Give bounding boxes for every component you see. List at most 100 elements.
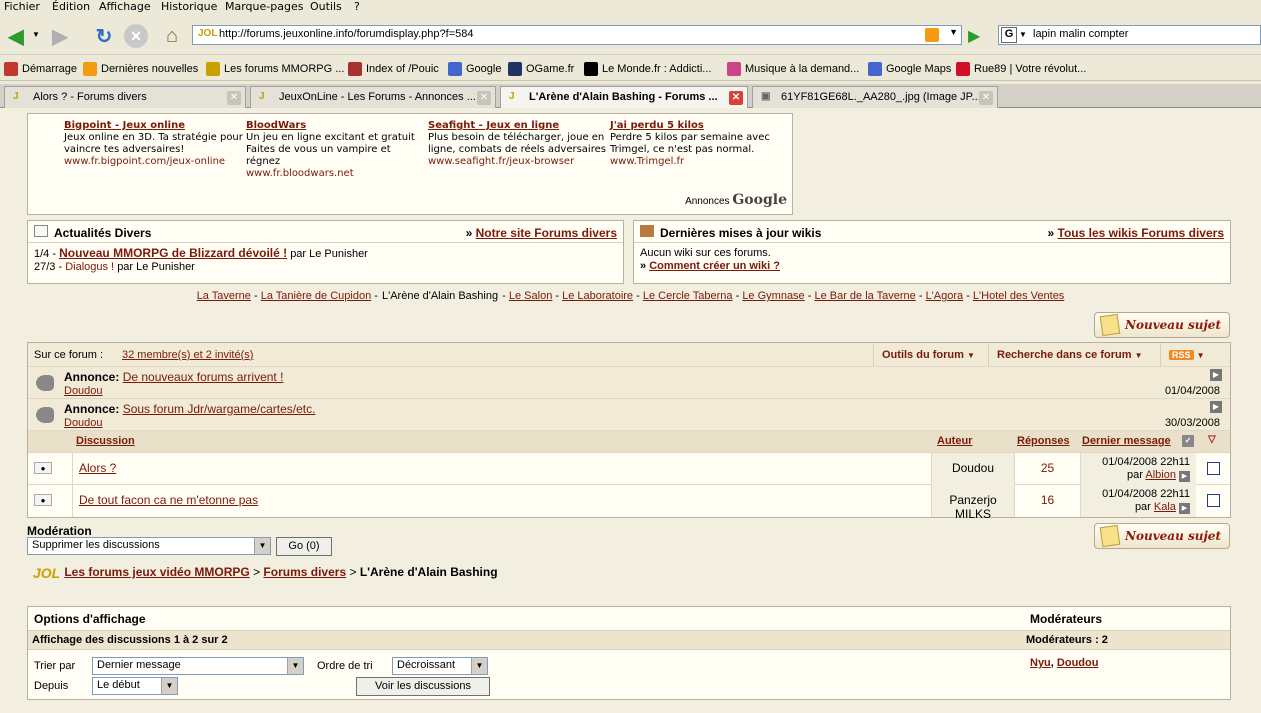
forum-link[interactable]: La Taverne xyxy=(197,290,251,302)
last-poster-link[interactable]: Albion xyxy=(1145,469,1176,481)
menu-fichier[interactable]: Fichier xyxy=(4,0,40,13)
goto-last-icon[interactable]: ▶ xyxy=(1179,471,1190,482)
moderation-go-button[interactable]: Go (0) xyxy=(276,537,332,556)
forum-link[interactable]: Le Laboratoire xyxy=(562,290,633,302)
url-dropdown-icon[interactable]: ▼ xyxy=(949,27,958,37)
news-item-link[interactable]: Dialogus ! xyxy=(65,261,114,273)
bookmark-musique[interactable]: Musique à la demand... xyxy=(727,62,859,76)
bookmark-google[interactable]: Google xyxy=(448,62,501,76)
triangle-down-icon[interactable]: ▽ xyxy=(1208,434,1216,445)
breadcrumb-parent[interactable]: Forums divers xyxy=(263,565,346,579)
news-item-link[interactable]: Nouveau MMORPG de Blizzard dévoilé ! xyxy=(59,246,287,260)
menu-edition[interactable]: Édition xyxy=(52,0,90,13)
forward-arrow-icon[interactable]: ▶ xyxy=(46,22,74,50)
bookmark-demarrage[interactable]: Démarrage xyxy=(4,62,77,76)
since-select[interactable]: Le début ▼ xyxy=(92,677,178,695)
home-icon[interactable]: ⌂ xyxy=(158,22,186,50)
ad-trimgel[interactable]: J'ai perdu 5 kilos Perdre 5 kilos par sem… xyxy=(610,120,790,168)
thread-replies[interactable]: 25 xyxy=(1014,453,1080,485)
go-icon[interactable]: ▶ xyxy=(968,26,988,45)
google-search-icon[interactable]: G xyxy=(1001,27,1017,43)
bookmark-google-maps[interactable]: Google Maps xyxy=(868,62,951,76)
menu-marque-pages[interactable]: Marque-pages xyxy=(225,0,303,13)
breadcrumb-current: L'Arène d'Alain Bashing xyxy=(359,565,498,580)
goto-arrow-icon[interactable]: ▶ xyxy=(1210,401,1222,413)
forum-search-menu[interactable]: Recherche dans ce forum ▼ xyxy=(988,343,1160,367)
thread-title-link[interactable]: De tout facon ca ne m'etonne pas xyxy=(79,493,258,507)
breadcrumb-root[interactable]: Les forums jeux vidéo MMORPG xyxy=(64,565,249,579)
address-bar[interactable]: JOL http://forums.jeuxonline.info/forumd… xyxy=(192,25,962,45)
thread-title-link[interactable]: Alors ? xyxy=(79,461,116,475)
reload-icon[interactable]: ↻ xyxy=(90,22,118,50)
rss-menu[interactable]: RSS ▼ xyxy=(1160,343,1230,367)
menu-outils[interactable]: Outils xyxy=(310,0,342,13)
close-tab-icon[interactable]: ✕ xyxy=(227,91,241,105)
all-wikis-link[interactable]: Tous les wikis Forums divers xyxy=(1058,226,1225,240)
forum-link[interactable]: L'Hotel des Ventes xyxy=(973,290,1064,302)
menu-historique[interactable]: Historique xyxy=(161,0,217,13)
ads-by-google[interactable]: Annonces Google xyxy=(685,192,787,208)
online-users-link[interactable]: 32 membre(s) et 2 invité(s) xyxy=(122,349,253,361)
table-row: ● De tout facon ca ne m'etonne pas Panze… xyxy=(28,485,1230,521)
close-tab-icon[interactable]: ✕ xyxy=(979,91,993,105)
bookmark-rue89[interactable]: Rue89 | Votre révolut... xyxy=(956,62,1086,76)
goto-arrow-icon[interactable]: ▶ xyxy=(1210,369,1222,381)
ad-bigpoint[interactable]: Bigpoint - Jeux online Jeux online en 3D.… xyxy=(64,120,244,168)
forum-link[interactable]: Le Bar de la Taverne xyxy=(814,290,915,302)
announcement-link[interactable]: Sous forum Jdr/wargame/cartes/etc. xyxy=(123,402,316,416)
thread-select-checkbox[interactable] xyxy=(1207,462,1220,475)
forum-link[interactable]: Le Gymnase xyxy=(742,290,804,302)
thread-replies[interactable]: 16 xyxy=(1014,485,1080,517)
menu-help[interactable]: ? xyxy=(354,0,360,13)
bookmark-forums-mmorpg[interactable]: Les forums MMORPG ... xyxy=(206,62,344,76)
tab-jeuxonline-annonces[interactable]: J JeuxOnLine - Les Forums - Annonces ... ✕ xyxy=(250,86,496,108)
forum-link[interactable]: L'Agora xyxy=(926,290,964,302)
tab-alors[interactable]: J Alors ? - Forums divers ✕ xyxy=(4,86,246,108)
sort-check-icon[interactable]: ✓ xyxy=(1182,435,1194,447)
moderator-link[interactable]: Nyu xyxy=(1030,657,1051,669)
sort-select[interactable]: Dernier message ▼ xyxy=(92,657,304,675)
back-dropdown-icon[interactable]: ▼ xyxy=(32,30,40,39)
forum-link[interactable]: Le Cercle Taberna xyxy=(643,290,733,302)
new-topic-button-bottom[interactable]: Nouveau sujet xyxy=(1094,523,1230,549)
col-replies[interactable]: Réponses xyxy=(1017,435,1070,447)
col-author[interactable]: Auteur xyxy=(937,435,972,447)
search-input[interactable]: G ▼ lapin malin compter xyxy=(998,25,1261,45)
thread-last-message: 01/04/2008 22h11 par Kala ▶ xyxy=(1080,485,1196,517)
tab-image[interactable]: ▣ 61YF81GE68L._AA280_.jpg (Image JP... ✕ xyxy=(752,86,998,108)
col-discussion[interactable]: Discussion xyxy=(76,435,135,447)
order-select[interactable]: Décroissant ▼ xyxy=(392,657,488,675)
forum-tools-menu[interactable]: Outils du forum ▼ xyxy=(873,343,988,367)
stop-icon[interactable]: ✕ xyxy=(124,24,148,48)
tab-arene-active[interactable]: J L'Arène d'Alain Bashing - Forums ... ✕ xyxy=(500,86,748,108)
thread-select-checkbox[interactable] xyxy=(1207,494,1220,507)
forum-link[interactable]: La Tanière de Cupidon xyxy=(261,290,372,302)
bookmark-dernieres-nouvelles[interactable]: Dernières nouvelles xyxy=(83,62,198,76)
menu-affichage[interactable]: Affichage xyxy=(99,0,151,13)
ad-bloodwars[interactable]: BloodWars Un jeu en ligne excitant et gra… xyxy=(246,120,426,180)
pencil-icon xyxy=(1099,313,1121,337)
moderator-link[interactable]: Doudou xyxy=(1057,657,1099,669)
search-engine-dropdown-icon[interactable]: ▼ xyxy=(1019,30,1027,39)
col-last-message[interactable]: Dernier message xyxy=(1082,435,1171,447)
announcement-user[interactable]: Doudou xyxy=(64,385,103,397)
news-site-link[interactable]: Notre site Forums divers xyxy=(476,226,617,240)
goto-last-icon[interactable]: ▶ xyxy=(1179,503,1190,514)
moderation-select[interactable]: Supprimer les discussions ▼ xyxy=(27,537,271,555)
bookmark-lemonde[interactable]: Le Monde.fr : Addicti... xyxy=(584,62,711,76)
announcement-user[interactable]: Doudou xyxy=(64,417,103,429)
view-discussions-button[interactable]: Voir les discussions xyxy=(356,677,490,696)
last-poster-link[interactable]: Kala xyxy=(1154,501,1176,513)
back-arrow-icon[interactable]: ◀ xyxy=(2,22,30,50)
new-topic-button[interactable]: Nouveau sujet xyxy=(1094,312,1230,338)
close-tab-icon[interactable]: ✕ xyxy=(729,91,743,105)
announcement-link[interactable]: De nouveaux forums arrivent ! xyxy=(123,370,284,384)
bookmark-ogame[interactable]: OGame.fr xyxy=(508,62,574,76)
ad-seafight[interactable]: Seafight - Jeux en ligne Plus besoin de t… xyxy=(428,120,608,168)
rss-feed-icon[interactable] xyxy=(925,28,939,42)
bookmark-index-pouic[interactable]: Index of /Pouic xyxy=(348,62,439,76)
close-tab-icon[interactable]: ✕ xyxy=(477,91,491,105)
create-wiki-link[interactable]: Comment créer un wiki ? xyxy=(649,260,780,272)
forum-link[interactable]: Le Salon xyxy=(509,290,552,302)
rss-badge-icon: RSS xyxy=(1169,350,1194,360)
